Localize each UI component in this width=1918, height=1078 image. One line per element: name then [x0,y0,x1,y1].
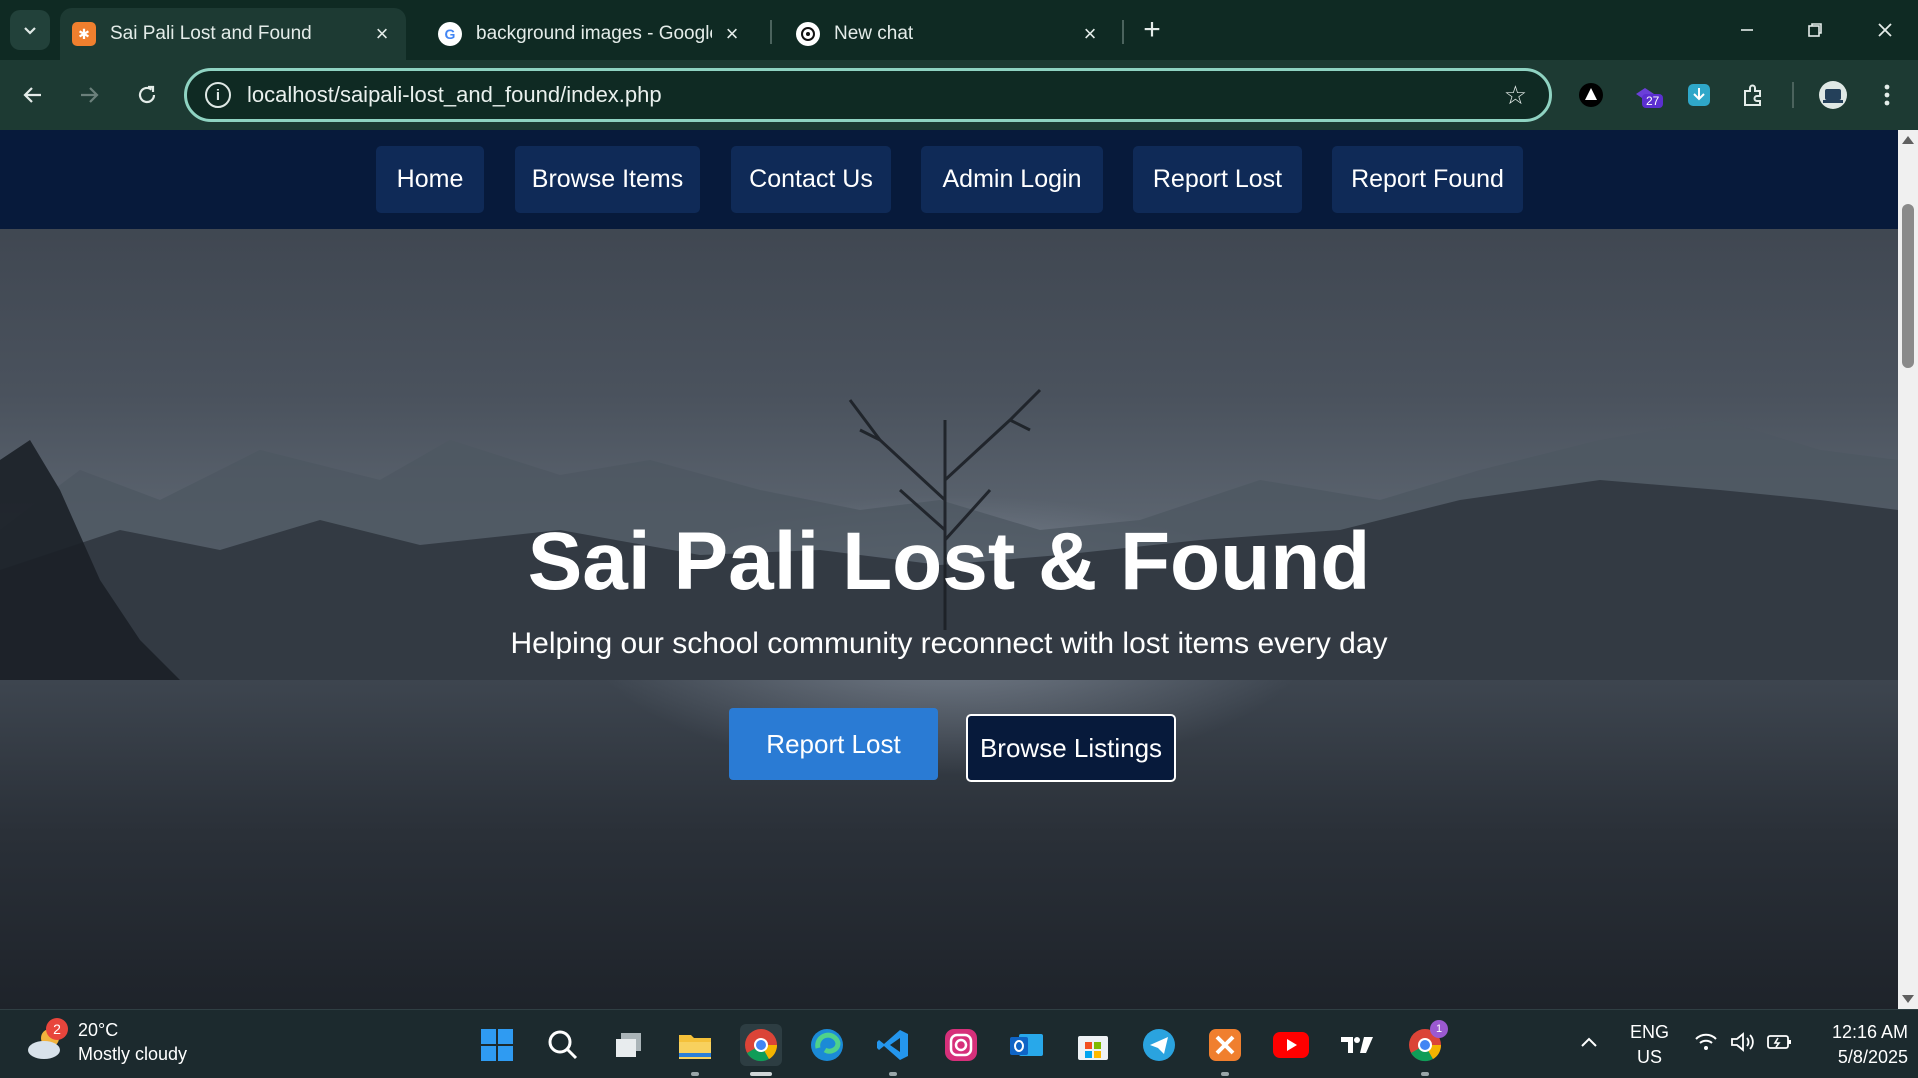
reload-icon[interactable] [128,76,166,114]
google-icon: G [438,22,462,46]
weather-alert-badge: 2 [46,1018,68,1040]
file-explorer-icon[interactable] [674,1024,716,1076]
address-bar[interactable]: i localhost/saipali-lost_and_found/index… [184,68,1552,122]
search-icon[interactable] [542,1024,584,1066]
bookmark-star-icon[interactable]: ☆ [1504,80,1527,111]
extension-triangle-icon[interactable] [1574,78,1608,112]
tab-divider [770,20,772,44]
edge-icon[interactable] [806,1024,848,1066]
microsoft-store-icon[interactable] [1072,1024,1114,1066]
tab-google-search[interactable]: G background images - Google S × [426,8,756,60]
hero-subtitle: Helping our school community reconnect w… [510,627,1388,660]
tab-search-button[interactable] [10,10,50,50]
close-tab-icon[interactable]: × [720,21,744,46]
nav-report-lost[interactable]: Report Lost [1133,146,1302,213]
running-indicator [889,1072,897,1076]
running-indicator [691,1072,699,1076]
scroll-thumb[interactable] [1902,204,1914,368]
url-text[interactable]: localhost/saipali-lost_and_found/index.p… [247,82,1504,108]
report-lost-button[interactable]: Report Lost [729,708,938,780]
windows-start-icon[interactable] [476,1024,518,1066]
nav-report-found[interactable]: Report Found [1332,146,1523,213]
tradingview-icon[interactable] [1336,1024,1378,1066]
nav-home[interactable]: Home [376,146,484,213]
youtube-icon[interactable] [1270,1024,1312,1066]
windows-taskbar: 2 20°C Mostly cloudy 1 ENG US 12:16 AM 5… [0,1009,1918,1078]
language-indicator[interactable]: ENG US [1630,1020,1669,1070]
chevron-down-icon [24,27,36,35]
clock-time: 12:16 AM [1831,1022,1908,1042]
clock-date: 5/8/2025 [1837,1047,1908,1067]
chrome-profile-taskbar-icon[interactable]: 1 [1404,1020,1448,1076]
page-viewport: Home Browse Items Contact Us Admin Login… [0,130,1898,1009]
xampp-icon: ✱ [72,22,96,46]
active-indicator [750,1072,772,1076]
page-scrollbar[interactable] [1898,130,1918,1009]
hero-title: Sai Pali Lost & Found [527,516,1371,607]
extension-badge-icon[interactable]: 27 [1628,78,1664,112]
extensions-puzzle-icon[interactable] [1736,78,1770,112]
chrome-taskbar-icon[interactable] [740,1024,782,1076]
weather-temperature: 20°C [78,1020,119,1040]
tab-title: background images - Google S [476,23,712,44]
browse-listings-button[interactable]: Browse Listings [966,714,1176,782]
back-icon[interactable] [14,76,52,114]
tab-sai-pali[interactable]: ✱ Sai Pali Lost and Found × [60,8,406,60]
tab-strip: ✱ Sai Pali Lost and Found × G background… [0,0,1918,60]
instagram-icon[interactable] [940,1024,982,1066]
extension-badge: 27 [1642,94,1664,108]
task-view-icon[interactable] [608,1024,650,1066]
system-clock[interactable]: 12:16 AM 5/8/2025 [1808,1020,1908,1070]
show-hidden-icons-icon[interactable] [1580,1032,1598,1053]
site-navbar: Home Browse Items Contact Us Admin Login… [0,130,1898,229]
scroll-down-arrow-icon[interactable] [1902,995,1914,1003]
volume-icon[interactable] [1730,1032,1756,1057]
nav-browse-items[interactable]: Browse Items [515,146,700,213]
telegram-icon[interactable] [1138,1024,1180,1066]
minimize-icon[interactable] [1722,10,1772,50]
tab-title: New chat [834,23,914,44]
toolbar-divider [1792,82,1794,108]
notification-badge: 1 [1430,1020,1448,1038]
nav-contact-us[interactable]: Contact Us [731,146,891,213]
running-indicator [1421,1072,1429,1076]
xampp-taskbar-icon[interactable] [1204,1024,1246,1076]
scroll-up-arrow-icon[interactable] [1902,136,1914,144]
site-info-icon[interactable]: i [205,82,231,108]
region-code: US [1637,1047,1663,1067]
close-tab-icon[interactable]: × [370,21,394,46]
extension-download-icon[interactable] [1682,78,1716,112]
browser-menu-icon[interactable] [1870,78,1904,112]
nav-admin-login[interactable]: Admin Login [921,146,1103,213]
running-indicator [1221,1072,1229,1076]
language-code: ENG [1630,1022,1670,1042]
tab-title: Sai Pali Lost and Found [110,23,312,44]
chatgpt-icon [796,22,820,46]
weather-widget[interactable]: 2 20°C Mostly cloudy [24,1018,187,1066]
browser-toolbar: i localhost/saipali-lost_and_found/index… [0,60,1918,130]
outlook-icon[interactable] [1006,1024,1048,1066]
vscode-icon[interactable] [872,1024,914,1076]
profile-avatar-icon[interactable] [1816,78,1850,112]
wifi-icon[interactable] [1694,1032,1718,1057]
cloudy-weather-icon: 2 [24,1018,68,1064]
tab-new-chat[interactable]: New chat × [784,8,1114,60]
forward-icon[interactable] [70,76,108,114]
tab-divider [1122,20,1124,44]
new-tab-icon[interactable]: + [1136,13,1168,46]
weather-description: Mostly cloudy [78,1044,188,1064]
close-window-icon[interactable] [1860,10,1910,50]
close-tab-icon[interactable]: × [1078,21,1102,46]
battery-icon[interactable] [1766,1032,1794,1057]
restore-icon[interactable] [1790,10,1840,50]
